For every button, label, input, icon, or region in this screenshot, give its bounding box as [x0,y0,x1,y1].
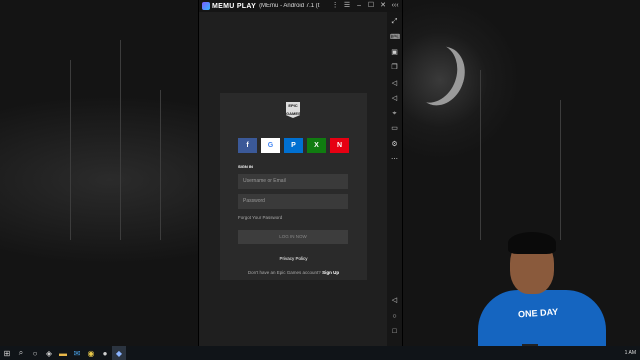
tree-silhouette [560,100,561,240]
signup-link[interactable]: Sign Up [322,270,339,275]
tree-silhouette [480,70,481,240]
windows-taskbar: ⊞ ⌕ ○ ◈ ▬ ✉ ◉ ● ◆ 1 AM [0,346,640,360]
person-hair [508,232,556,254]
playstation-login-button[interactable]: P [284,138,303,153]
close-button[interactable]: ✕ [377,0,389,12]
obs-icon[interactable]: ● [98,346,112,360]
password-field[interactable]: Password [238,194,348,209]
multi-window-icon[interactable]: ❐ [390,63,399,72]
epic-login-card: EPIC GAMES f G P X N SIGN IN Username or… [220,93,367,280]
xbox-login-button[interactable]: X [307,138,326,153]
tree-silhouette [120,40,121,240]
forgot-password-link[interactable]: Forgot Your Password [238,215,282,220]
more-options-button[interactable]: ⋮ [329,0,341,12]
menu-button[interactable]: ☰ [341,0,353,12]
webcam-overlay: ONE DAY [472,232,612,350]
privacy-policy-link[interactable]: Privacy Policy [220,256,367,261]
signup-row: Don't have an Epic Games account? Sign U… [220,270,367,275]
folder-icon[interactable]: ▭ [390,124,399,133]
volume-down-icon[interactable]: ◁ [390,94,399,103]
person-shirt: ONE DAY [478,290,606,350]
tree-silhouette [70,60,71,240]
playstation-icon: P [291,142,296,149]
more-icon[interactable]: ⋯ [390,155,399,164]
windows-start-icon[interactable]: ⊞ [0,346,14,360]
google-login-button[interactable]: G [261,138,280,153]
login-button[interactable]: LOG IN NOW [238,230,348,244]
nintendo-login-button[interactable]: N [330,138,349,153]
emulator-sidebar: ⤢ ⌨ ▣ ❐ ◁ ◁ ⌖ ▭ ⚙ ⋯ ◁ ○ □ [387,12,402,346]
shirt-text: ONE DAY [517,306,559,320]
chrome-icon[interactable]: ◉ [84,346,98,360]
facebook-icon: f [246,142,249,149]
volume-up-icon[interactable]: ◁ [390,79,399,88]
emulator-brand: MEMU PLAY [212,2,257,10]
location-icon[interactable]: ⌖ [390,109,399,118]
nintendo-icon: N [336,142,343,149]
xbox-icon: X [314,142,319,149]
task-view-icon[interactable]: ○ [28,346,42,360]
file-explorer-icon[interactable]: ▬ [56,346,70,360]
expand-sidebar-button[interactable]: ‹‹‹ [389,0,401,12]
fullscreen-icon[interactable]: ⤢ [390,17,399,26]
username-field[interactable]: Username or Email [238,174,348,189]
maximize-button[interactable]: ☐ [365,0,377,12]
emulator-titlebar[interactable]: MEMU PLAY (MEmu - Android 7.1 (t ⋮ ☰ – ☐… [199,0,402,12]
keyboard-icon[interactable]: ⌨ [390,33,400,42]
emulator-title: (MEmu - Android 7.1 (t [259,3,320,9]
recents-icon[interactable]: □ [390,327,399,336]
memu-icon[interactable]: ◆ [112,346,126,360]
memu-logo-icon [202,2,210,10]
browser-icon[interactable]: ◈ [42,346,56,360]
mail-icon[interactable]: ✉ [70,346,84,360]
taskbar-clock: 1 AM [624,350,636,356]
moon [407,40,473,113]
epic-games-logo: EPIC GAMES [286,102,301,118]
google-icon: G [267,142,274,149]
tree-silhouette [160,90,161,240]
android-screen: EPIC GAMES f G P X N SIGN IN Username or… [199,12,387,346]
settings-icon[interactable]: ⚙ [390,140,399,149]
signup-prompt: Don't have an Epic Games account? [247,270,321,275]
search-icon[interactable]: ⌕ [14,346,28,360]
back-icon[interactable]: ◁ [390,296,399,305]
memu-emulator-window: MEMU PLAY (MEmu - Android 7.1 (t ⋮ ☰ – ☐… [199,0,402,346]
home-icon[interactable]: ○ [390,312,399,321]
sign-in-label: SIGN IN [238,164,253,169]
facebook-login-button[interactable]: f [238,138,257,153]
minimize-button[interactable]: – [353,0,365,12]
screenshot-icon[interactable]: ▣ [390,48,399,57]
